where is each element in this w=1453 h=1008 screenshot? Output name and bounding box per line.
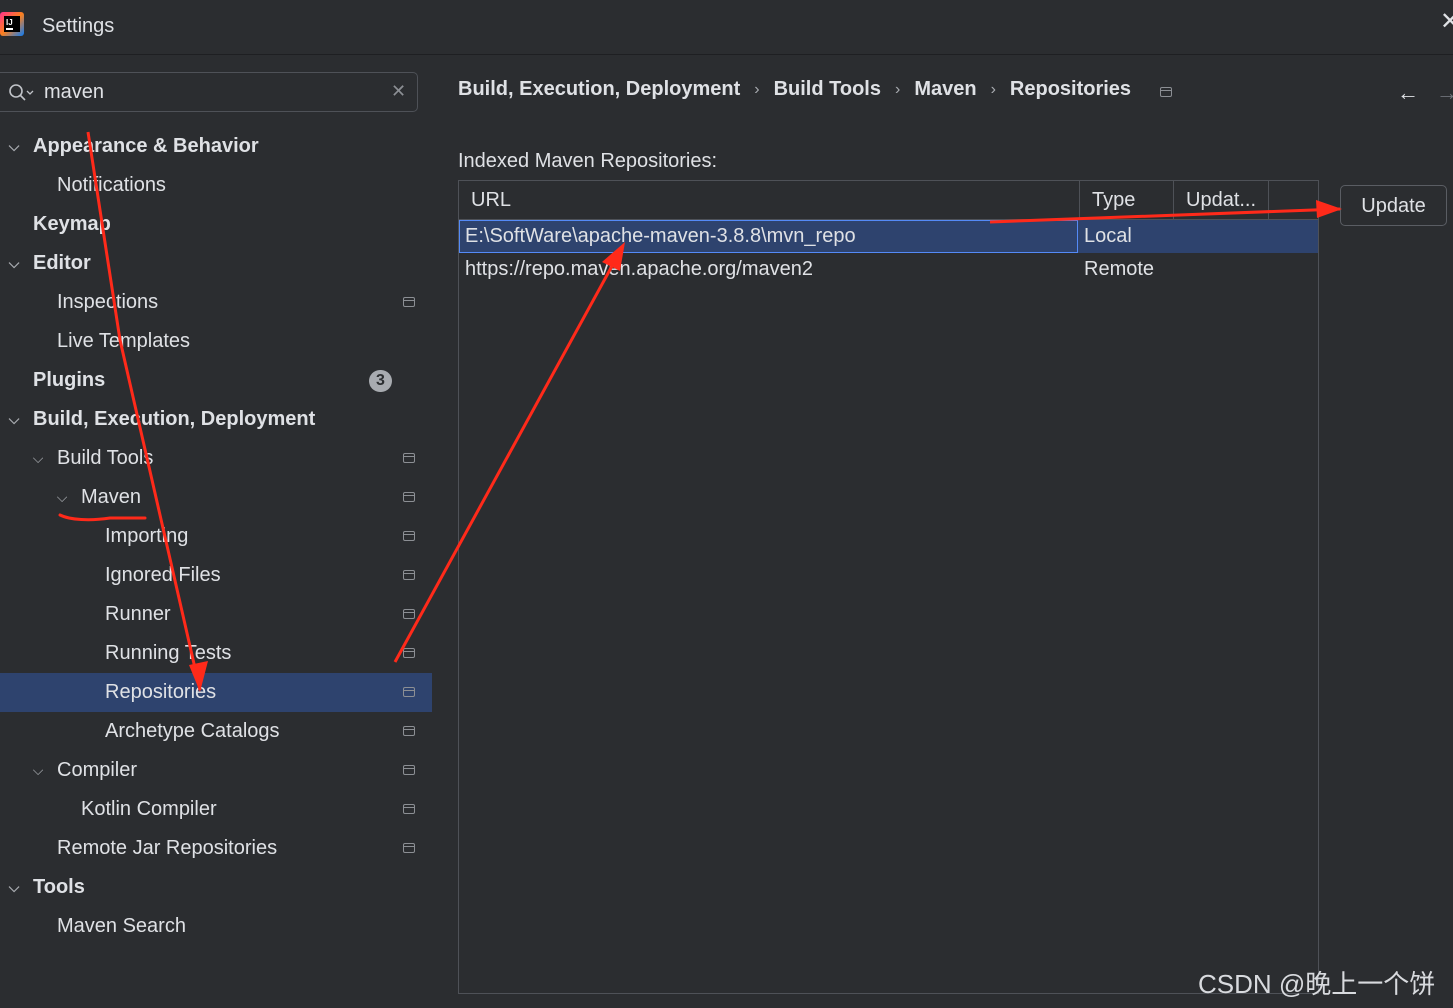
tree-item-editor[interactable]: ⌵ Editor <box>0 244 432 283</box>
tree-item-label: Keymap <box>33 213 111 235</box>
tree-item-label: Live Templates <box>57 330 191 352</box>
tree-item-label: Plugins <box>33 369 106 391</box>
tree-item-label: Maven <box>81 486 142 508</box>
tree-item-runner[interactable]: Runner <box>0 595 432 634</box>
tree-item-notifications[interactable]: Notifications <box>0 166 432 205</box>
chevron-down-icon[interactable]: ⌵ <box>6 127 22 166</box>
cell-url: E:\SoftWare\apache-maven-3.8.8\mvn_repo <box>459 220 1078 253</box>
tree-item-kotlin-compiler[interactable]: Kotlin Compiler <box>0 790 432 829</box>
update-button[interactable]: Update <box>1340 185 1447 226</box>
tree-item-label: Maven Search <box>57 915 186 937</box>
project-level-icon <box>403 765 415 775</box>
tree-item-compiler[interactable]: ⌵ Compiler <box>0 751 432 790</box>
table-row[interactable]: https://repo.maven.apache.org/maven2 Rem… <box>459 253 1318 286</box>
tree-item-label: Notifications <box>57 174 166 196</box>
project-level-icon <box>403 297 415 307</box>
tree-item-archetype-catalogs[interactable]: Archetype Catalogs <box>0 712 432 751</box>
breadcrumb-separator-icon: › <box>990 80 996 98</box>
breadcrumb-item: Repositories <box>1009 78 1132 101</box>
back-arrow-icon[interactable]: ← <box>1397 80 1419 106</box>
tree-item-running-tests[interactable]: Running Tests <box>0 634 432 673</box>
window-title: Settings <box>42 15 115 37</box>
table-header: URL Type Updat... <box>459 181 1318 220</box>
tree-item-plugins[interactable]: Plugins 3 <box>0 361 432 400</box>
settings-search-box[interactable]: ✕ <box>0 72 418 112</box>
tree-item-maven-search[interactable]: Maven Search <box>0 907 432 946</box>
breadcrumb-item[interactable]: Build Tools <box>774 78 881 101</box>
tree-item-label: Running Tests <box>105 642 232 664</box>
project-level-icon <box>403 531 415 541</box>
tree-item-build-tools[interactable]: ⌵ Build Tools <box>0 439 432 478</box>
tree-item-label: Build Tools <box>57 447 154 469</box>
breadcrumb-item[interactable]: Build, Execution, Deployment <box>458 78 740 101</box>
tree-item-label: Appearance & Behavior <box>33 135 259 157</box>
chevron-down-icon[interactable]: ⌵ <box>54 478 70 517</box>
tree-item-keymap[interactable]: Keymap <box>0 205 432 244</box>
tree-item-live-templates[interactable]: Live Templates <box>0 322 432 361</box>
breadcrumb-item[interactable]: Maven <box>914 78 976 101</box>
project-level-icon <box>403 843 415 853</box>
cell-type: Remote <box>1084 258 1155 280</box>
breadcrumb-separator-icon: › <box>754 80 760 98</box>
settings-tree: ⌵ Appearance & Behavior Notifications Ke… <box>0 127 432 946</box>
search-input[interactable] <box>44 79 374 105</box>
clear-search-icon[interactable]: ✕ <box>391 81 406 102</box>
tree-item-repositories[interactable]: Repositories <box>0 673 432 712</box>
tree-item-ignored-files[interactable]: Ignored Files <box>0 556 432 595</box>
intellij-logo-icon: IJ <box>0 12 24 36</box>
search-icon[interactable] <box>8 83 34 103</box>
section-label: Indexed Maven Repositories: <box>458 150 718 172</box>
table-row[interactable]: E:\SoftWare\apache-maven-3.8.8\mvn_repo … <box>459 220 1318 253</box>
tree-item-label: Compiler <box>57 759 138 781</box>
tree-item-label: Build, Execution, Deployment <box>33 408 316 430</box>
chevron-down-icon[interactable]: ⌵ <box>6 400 22 439</box>
cell-type: Local <box>1084 225 1132 247</box>
project-level-icon <box>1160 87 1172 97</box>
tree-item-tools[interactable]: ⌵ Tools <box>0 868 432 907</box>
tree-item-label: Repositories <box>105 681 217 703</box>
tree-item-label: Archetype Catalogs <box>105 720 280 742</box>
chevron-down-icon[interactable]: ⌵ <box>6 868 22 907</box>
tree-item-label: Tools <box>33 876 85 898</box>
watermark: CSDN @晚上一个饼 <box>1198 969 1436 999</box>
project-level-icon <box>403 609 415 619</box>
project-level-icon <box>403 492 415 502</box>
tree-item-maven[interactable]: ⌵ Maven <box>0 478 432 517</box>
tree-item-label: Importing <box>105 525 189 547</box>
chevron-down-icon[interactable]: ⌵ <box>30 439 46 478</box>
tree-item-build[interactable]: ⌵ Build, Execution, Deployment <box>0 400 432 439</box>
tree-item-label: Inspections <box>57 291 159 313</box>
tree-item-appearance[interactable]: ⌵ Appearance & Behavior <box>0 127 432 166</box>
close-icon[interactable]: ✕ <box>1440 10 1453 34</box>
svg-text:IJ: IJ <box>6 18 13 27</box>
chevron-down-icon[interactable]: ⌵ <box>30 751 46 790</box>
project-level-icon <box>403 687 415 697</box>
cell-url: https://repo.maven.apache.org/maven2 <box>465 258 813 280</box>
breadcrumb: Build, Execution, Deployment › Build Tools… <box>458 78 1131 108</box>
chevron-down-icon[interactable]: ⌵ <box>6 244 22 283</box>
project-level-icon <box>403 804 415 814</box>
project-level-icon <box>403 453 415 463</box>
title-bar: IJ Settings ✕ <box>0 0 1453 55</box>
column-header-type[interactable]: Type <box>1080 181 1174 219</box>
tree-item-label: Runner <box>105 603 171 625</box>
tree-item-remote-jar[interactable]: Remote Jar Repositories <box>0 829 432 868</box>
project-level-icon <box>403 648 415 658</box>
plugins-count-badge: 3 <box>369 370 392 392</box>
arrowhead-icon <box>1316 200 1342 218</box>
breadcrumb-separator-icon: › <box>895 80 901 98</box>
tree-item-inspections[interactable]: Inspections <box>0 283 432 322</box>
column-header-url[interactable]: URL <box>459 181 1080 219</box>
tree-item-label: Editor <box>33 252 91 274</box>
tree-item-importing[interactable]: Importing <box>0 517 432 556</box>
tree-item-label: Kotlin Compiler <box>81 798 217 820</box>
tree-item-label: Remote Jar Repositories <box>57 837 278 859</box>
column-header-updated[interactable]: Updat... <box>1174 181 1269 219</box>
forward-arrow-icon[interactable]: → <box>1436 80 1453 106</box>
project-level-icon <box>403 726 415 736</box>
repositories-table[interactable]: URL Type Updat... E:\SoftWare\apache-mav… <box>458 180 1319 994</box>
tree-item-label: Ignored Files <box>105 564 221 586</box>
project-level-icon <box>403 570 415 580</box>
